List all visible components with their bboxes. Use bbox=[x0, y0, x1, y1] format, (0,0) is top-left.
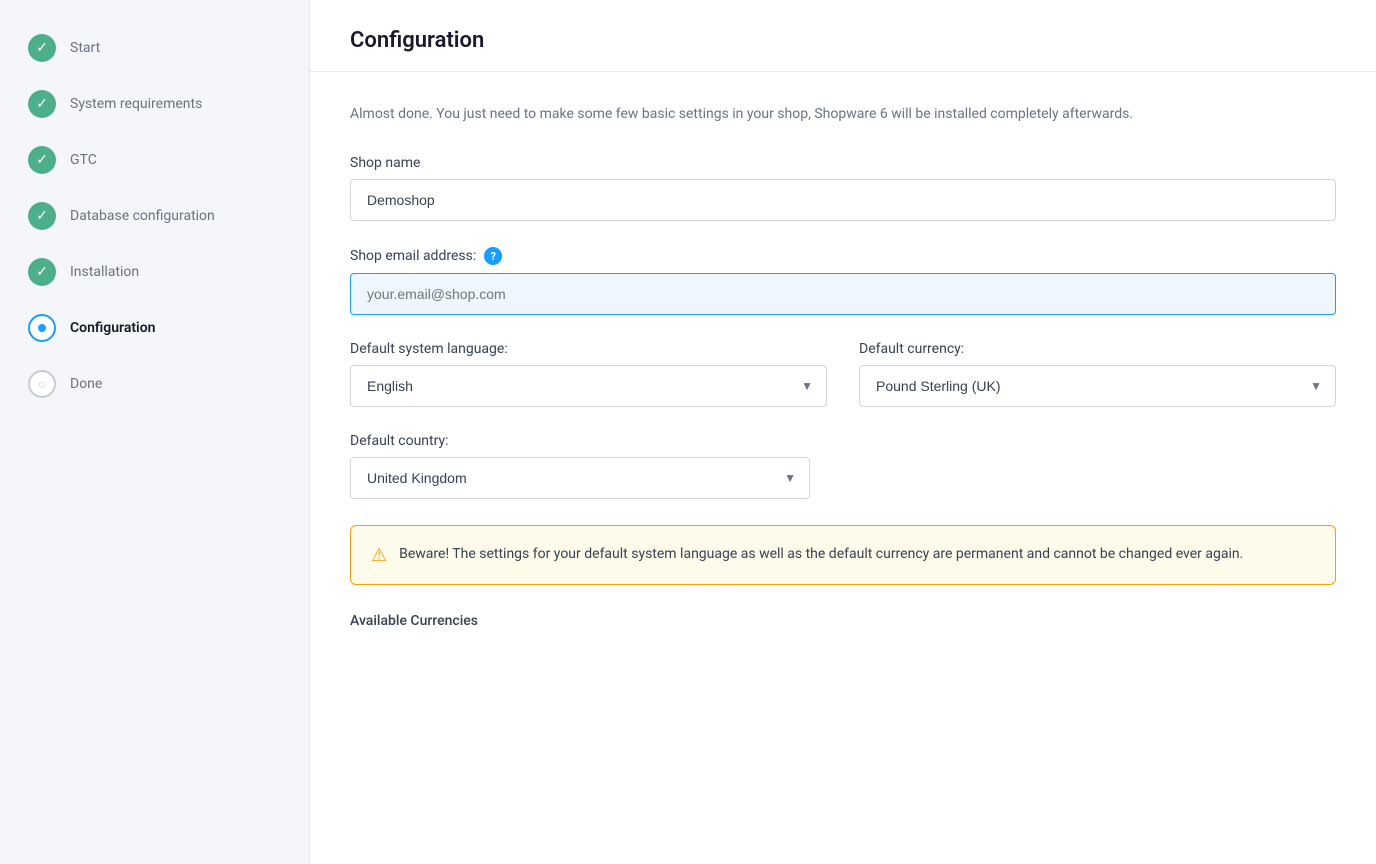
step-icon-database-configuration: ✓ bbox=[28, 202, 56, 230]
available-currencies-label: Available Currencies bbox=[350, 613, 478, 629]
page-title: Configuration bbox=[350, 28, 1336, 53]
shop-name-group: Shop name bbox=[350, 155, 1336, 221]
sidebar-item-label-done: Done bbox=[70, 376, 102, 392]
intro-text: Almost done. You just need to make some … bbox=[350, 104, 1336, 125]
sidebar-item-installation: ✓ Installation bbox=[0, 244, 309, 300]
country-group: Default country: United Kingdom United S… bbox=[350, 433, 810, 499]
step-icon-system-requirements: ✓ bbox=[28, 90, 56, 118]
step-icon-done: ○ bbox=[28, 370, 56, 398]
language-currency-row: Default system language: English German … bbox=[350, 341, 1336, 407]
currency-col: Default currency: Pound Sterling (UK) Eu… bbox=[859, 341, 1336, 407]
language-select[interactable]: English German French bbox=[350, 365, 827, 407]
sidebar-item-label-gtc: GTC bbox=[70, 152, 97, 168]
country-label: Default country: bbox=[350, 433, 810, 449]
sidebar-item-label-start: Start bbox=[70, 40, 100, 56]
language-col: Default system language: English German … bbox=[350, 341, 827, 407]
country-select[interactable]: United Kingdom United States Germany Fra… bbox=[350, 457, 810, 499]
sidebar-item-label-installation: Installation bbox=[70, 264, 139, 280]
sidebar-item-label-configuration: Configuration bbox=[70, 320, 155, 336]
shop-email-input[interactable] bbox=[350, 273, 1336, 315]
step-icon-gtc: ✓ bbox=[28, 146, 56, 174]
sidebar-item-label-database-configuration: Database configuration bbox=[70, 208, 215, 224]
main-header: Configuration bbox=[310, 0, 1376, 72]
warning-icon: ⚠ bbox=[371, 545, 387, 566]
currency-label: Default currency: bbox=[859, 341, 1336, 357]
language-select-wrapper: English German French ▼ bbox=[350, 365, 827, 407]
sidebar-item-database-configuration: ✓ Database configuration bbox=[0, 188, 309, 244]
shop-email-group: Shop email address: ? bbox=[350, 247, 1336, 315]
available-currencies-section: Available Currencies bbox=[350, 613, 1336, 629]
main-content: Configuration Almost done. You just need… bbox=[310, 0, 1376, 864]
step-icon-configuration bbox=[28, 314, 56, 342]
sidebar-item-done: ○ Done bbox=[0, 356, 309, 412]
sidebar: ✓ Start ✓ System requirements ✓ GTC ✓ Da… bbox=[0, 0, 310, 864]
sidebar-item-gtc: ✓ GTC bbox=[0, 132, 309, 188]
step-icon-installation: ✓ bbox=[28, 258, 56, 286]
language-label: Default system language: bbox=[350, 341, 827, 357]
currency-select[interactable]: Pound Sterling (UK) Euro US Dollar bbox=[859, 365, 1336, 407]
shop-email-label: Shop email address: ? bbox=[350, 247, 1336, 265]
sidebar-item-configuration[interactable]: Configuration bbox=[0, 300, 309, 356]
sidebar-item-label-system-requirements: System requirements bbox=[70, 96, 202, 112]
country-select-wrapper: United Kingdom United States Germany Fra… bbox=[350, 457, 810, 499]
shop-name-label: Shop name bbox=[350, 155, 1336, 171]
currency-select-wrapper: Pound Sterling (UK) Euro US Dollar ▼ bbox=[859, 365, 1336, 407]
sidebar-item-system-requirements: ✓ System requirements bbox=[0, 76, 309, 132]
warning-box: ⚠ Beware! The settings for your default … bbox=[350, 525, 1336, 585]
step-icon-start: ✓ bbox=[28, 34, 56, 62]
main-body: Almost done. You just need to make some … bbox=[310, 72, 1376, 661]
help-icon[interactable]: ? bbox=[484, 247, 502, 265]
shop-name-input[interactable] bbox=[350, 179, 1336, 221]
sidebar-item-start: ✓ Start bbox=[0, 20, 309, 76]
warning-text: Beware! The settings for your default sy… bbox=[399, 544, 1243, 565]
